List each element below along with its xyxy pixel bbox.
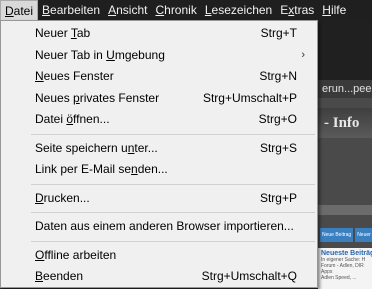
background-banner: - Info	[318, 108, 372, 138]
menu-item-offline-arbeiten[interactable]: Offline arbeiten	[1, 245, 317, 267]
background-card-title: Neueste Beiträge	[321, 250, 372, 257]
menu-item-shortcut: Strg+N	[259, 69, 297, 83]
menu-item-link-per-email[interactable]: Link per E-Mail senden...	[1, 159, 317, 181]
background-user-strip	[318, 205, 372, 215]
menu-separator	[31, 240, 315, 242]
background-buttons: Neue Beitrag Neuer Tab	[318, 228, 372, 242]
menu-item-label: Neues privates Fenster	[35, 90, 160, 105]
menu-item-beenden[interactable]: Beenden Strg+Umschalt+Q	[1, 266, 317, 288]
menu-item-label: Neues Fenster	[35, 69, 114, 83]
menu-item-label: Offline arbeiten	[35, 247, 117, 262]
menu-item-datei-oeffnen[interactable]: Datei öffnen... Strg+O	[1, 109, 317, 131]
menu-item-shortcut: Strg+Umschalt+Q	[201, 269, 297, 283]
submenu-arrow-icon: ›	[301, 48, 305, 61]
menu-item-label: Daten aus einem anderen Browser importie…	[35, 219, 294, 233]
menu-datei[interactable]: Datei	[0, 0, 39, 20]
menu-chronik[interactable]: Chronik	[151, 0, 200, 20]
menu-item-daten-importieren[interactable]: Daten aus einem anderen Browser importie…	[1, 216, 317, 238]
menu-bearbeiten[interactable]: Bearbeiten	[38, 0, 104, 20]
background-card-line: Adlen Speed, ...	[321, 275, 357, 281]
background-button[interactable]: Neue Beitrag	[320, 228, 354, 242]
menu-item-neues-privates-fenster[interactable]: Neues privates Fenster Strg+Umschalt+P	[1, 88, 317, 110]
background-button[interactable]: Neuer Tab	[355, 228, 372, 242]
menu-item-neues-fenster[interactable]: Neues Fenster Strg+N	[1, 66, 317, 88]
menu-item-label: Neuer Tab in Umgebung	[35, 47, 165, 62]
menu-item-drucken[interactable]: Drucken... Strg+P	[1, 188, 317, 210]
background-tab[interactable]: erun...pee	[318, 80, 372, 98]
menu-extras[interactable]: Extras	[276, 0, 318, 20]
menu-item-shortcut: Strg+O	[258, 112, 297, 126]
menu-item-shortcut: Strg+Umschalt+P	[202, 90, 297, 105]
menu-item-neuer-tab-umgebung[interactable]: Neuer Tab in Umgebung ›	[1, 45, 317, 67]
menu-separator	[31, 212, 315, 213]
menu-item-shortcut: Strg+S	[259, 140, 297, 155]
menu-separator	[31, 133, 315, 135]
menu-item-seite-speichern[interactable]: Seite speichern unter... Strg+S	[1, 138, 317, 160]
menu-hilfe[interactable]: Hilfe	[318, 0, 350, 20]
menu-item-label: Seite speichern unter...	[35, 140, 158, 155]
menu-item-shortcut: Strg+P	[259, 190, 297, 205]
menu-item-shortcut: Strg+T	[260, 26, 297, 40]
menu-item-label: Neuer Tab	[35, 26, 91, 40]
menu-item-label: Drucken...	[35, 190, 90, 205]
menu-ansicht[interactable]: Ansicht	[104, 0, 151, 20]
menubar: Datei Bearbeiten Ansicht Chronik Lesezeichen…	[0, 0, 372, 20]
background-card: Neueste Beiträge In eigener Sache: H For…	[318, 248, 372, 289]
menu-item-label: Beenden	[35, 269, 84, 283]
menu-lesezeichen[interactable]: Lesezeichen	[201, 0, 276, 20]
menu-item-label: Link per E-Mail senden...	[35, 162, 168, 176]
menu-item-label: Datei öffnen...	[35, 112, 110, 126]
file-menu-dropdown: Neuer Tab Strg+T Neuer Tab in Umgebung › Neu…	[0, 20, 318, 288]
menu-separator	[31, 183, 315, 185]
menu-item-neuer-tab[interactable]: Neuer Tab Strg+T	[1, 23, 317, 45]
